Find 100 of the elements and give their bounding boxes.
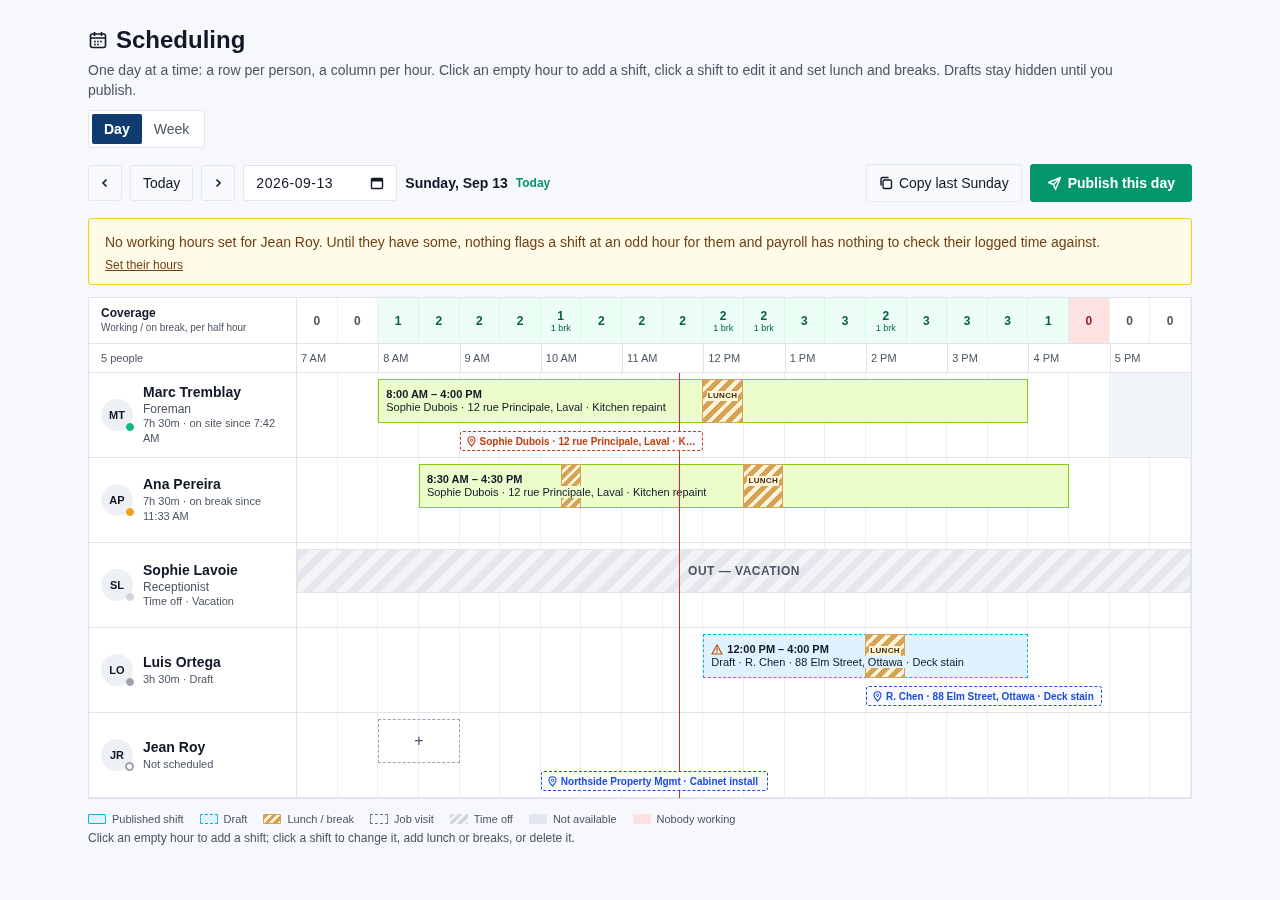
coverage-cell: 3 [906, 298, 948, 343]
legend-label: Lunch / break [287, 813, 355, 825]
legend-label: Job visit [394, 813, 434, 825]
hour-label: 1 PM [784, 344, 866, 372]
avatar: AP [101, 484, 133, 516]
hour-label: 4 PM [1028, 344, 1110, 372]
hour-label: 8 AM [378, 344, 460, 372]
job-visit-tag[interactable]: R. Chen · 88 Elm Street, Ottawa · Deck stain [865, 686, 1102, 706]
person-name: Sophie Lavoie [143, 561, 238, 578]
coverage-cell: 2 [418, 298, 460, 343]
person-role: Foreman [143, 402, 193, 416]
coverage-cell: 2 1 brk [703, 298, 744, 343]
legend-label: Nobody working [656, 813, 736, 825]
hour-label: 11 AM [622, 344, 704, 372]
legend-swatch [632, 814, 651, 824]
lunch-block: LUNCH [743, 464, 784, 508]
next-day-button[interactable] [201, 165, 236, 201]
shift-time: 8:30 AM – 4:30 PM [426, 473, 523, 485]
previous-day-button[interactable] [88, 165, 122, 201]
people-count: 5 people [101, 352, 144, 364]
legend-swatch [370, 814, 389, 824]
coverage-cell: 2 1 brk [865, 298, 907, 343]
coverage-title: Coverage [101, 306, 157, 320]
hour-label: 2 PM [865, 344, 948, 372]
legend-swatch [263, 814, 282, 824]
hour-label: 12 PM [703, 344, 785, 372]
warning-icon [711, 643, 724, 655]
time-off-bar: OUT — VACATION [297, 549, 1191, 593]
set-hours-link[interactable]: Set their hours [105, 258, 184, 272]
coverage-cell: 3 [947, 298, 988, 343]
coverage-cell: 1 [1028, 298, 1070, 343]
person-status: 3h 30m · Draft [143, 671, 215, 687]
copy-last-sunday-button[interactable]: Copy last Sunday [865, 164, 1022, 202]
shift-time: 8:00 AM – 4:00 PM [386, 388, 482, 400]
coverage-cell: 3 [825, 298, 866, 343]
coverage-cell: 1 [378, 298, 419, 343]
today-label: Today [515, 176, 551, 190]
job-visit-tag[interactable]: Sophie Dubois · 12 rue Principale, Laval · K… [459, 431, 704, 451]
lunch-block: LUNCH [702, 379, 743, 423]
shift-bar[interactable]: 8:00 AM – 4:00 PM LUNCH Sophie Dubois · 12 rue Principale, Laval · Kitchen repaint [378, 379, 1029, 423]
hour-label: 3 PM [947, 344, 1029, 372]
location-pin-icon [872, 690, 882, 702]
person-role: Receptionist [143, 579, 211, 594]
legend-swatch [88, 814, 106, 824]
footer-hint: Click an empty hour to add a shift; click a shift to change it, add lunch or breaks, or delete it. [88, 831, 576, 845]
person-status: Not scheduled [143, 756, 214, 772]
coverage-cell: 0 [297, 298, 338, 343]
hour-label: 10 AM [540, 344, 623, 372]
coverage-cell: 0 [1109, 298, 1151, 343]
coverage-cell: 2 [622, 298, 663, 343]
person-status: 7h 30m · on break since 11:33 AM [143, 494, 262, 524]
avatar: SL [101, 569, 133, 601]
coverage-cell: 2 [459, 298, 501, 343]
person-name: Ana Pereira [143, 476, 222, 492]
location-pin-icon [547, 775, 557, 787]
legend-swatch [449, 814, 468, 824]
shift-details: Draft · R. Chen · 88 Elm Street, Ottawa · Deck stain [711, 656, 966, 668]
copy-icon [878, 176, 893, 190]
view-tab[interactable]: Week [141, 114, 202, 144]
coverage-cell: 1 1 brk [540, 298, 582, 343]
legend-label: Not available [552, 813, 617, 825]
publish-button[interactable]: Publish this day [1029, 164, 1192, 202]
send-icon [1046, 175, 1062, 191]
person-name: Luis Ortega [143, 653, 221, 670]
calendar-icon [88, 30, 108, 50]
hour-label: 7 AM [300, 351, 328, 366]
coverage-cell: 0 [1069, 298, 1110, 343]
avatar: LO [101, 654, 133, 686]
hour-label: 9 AM [459, 344, 541, 372]
coverage-subtitle: Working / on break, per half hour [101, 322, 248, 333]
location-pin-icon [466, 435, 476, 447]
page-description: One day at a time: a row per person, a column per hour. Click an empty hour to add a shift, click a shift to edit it and set lunch and breaks. Drafts stay hidden until you publish. [88, 61, 1114, 100]
legend-swatch [199, 814, 218, 824]
legend-label: Draft [223, 813, 248, 825]
legend-label: Published shift [112, 813, 184, 825]
coverage-cell: 2 [581, 298, 623, 343]
warning-message: No working hours set for Jean Roy. Until they have some, nothing flags a shift at an odd hour for them and payroll has nothing to check their logged time against. [105, 233, 1102, 252]
today-button[interactable]: Today [130, 165, 194, 201]
job-visit-tag[interactable]: Northside Property Mgmt · Cabinet install [540, 771, 769, 791]
view-tab[interactable]: Day [92, 114, 142, 144]
coverage-cell: 2 [662, 298, 704, 343]
person-name: Jean Roy [143, 738, 207, 755]
shift-time: 12:00 PM – 4:00 PM [711, 643, 829, 655]
shift-details: Sophie Dubois · 12 rue Principale, Laval · Kitchen repaint [386, 401, 668, 413]
add-shift-button[interactable]: + [378, 719, 460, 763]
date-label: Sunday, Sep 13 [405, 175, 508, 191]
coverage-cell: 0 [1150, 298, 1191, 343]
person-status: Time off · Vacation [143, 594, 235, 609]
hour-label: 5 PM [1109, 344, 1191, 372]
calendar-icon [370, 176, 385, 190]
coverage-cell: 3 [784, 298, 826, 343]
avatar: MT [101, 399, 133, 431]
page-title: Scheduling [116, 26, 246, 54]
coverage-cell: 2 [500, 298, 541, 343]
coverage-cell: 2 1 brk [744, 298, 785, 343]
date-field[interactable]: 2026-09-13 [243, 165, 398, 201]
coverage-cell: 3 [987, 298, 1029, 343]
shift-bar[interactable]: 12:00 PM – 4:00 PM LUNCH Draft · R. Chen · 88 Elm Street, Ottawa · Deck stain [703, 634, 1029, 678]
legend-label: Time off [473, 813, 513, 825]
avatar: JR [101, 739, 133, 771]
